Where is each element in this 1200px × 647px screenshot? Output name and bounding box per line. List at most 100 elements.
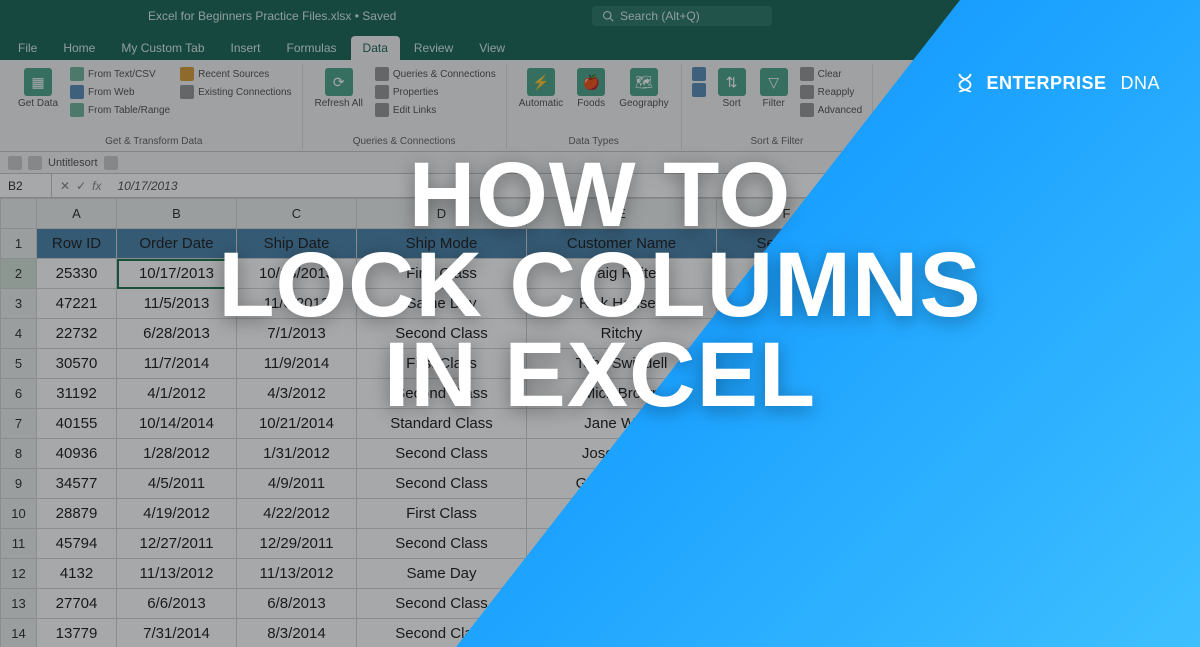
cell[interactable]: 4/5/2011	[117, 469, 237, 499]
get-data-button[interactable]: ▦ Get Data	[14, 66, 62, 111]
col-header-a[interactable]: A	[37, 199, 117, 229]
cell[interactable]: 13779	[37, 619, 117, 647]
filter-button[interactable]: ▽Filter	[756, 66, 792, 111]
search-box[interactable]: Search (Alt+Q)	[592, 6, 772, 26]
toggle-icon[interactable]	[104, 156, 118, 170]
cell[interactable]: 28879	[37, 499, 117, 529]
from-table-range-button[interactable]: From Table/Range	[68, 102, 172, 118]
cell[interactable]: 30570	[37, 349, 117, 379]
name-box[interactable]: B2	[0, 174, 52, 197]
select-all-corner[interactable]	[1, 199, 37, 229]
cell[interactable]: 4132	[37, 559, 117, 589]
cell[interactable]: 40155	[37, 409, 117, 439]
tab-view[interactable]: View	[467, 36, 517, 60]
cancel-icon[interactable]: ✕	[60, 179, 70, 193]
cell[interactable]: 1/28/2012	[117, 439, 237, 469]
row-header[interactable]: 3	[1, 289, 37, 319]
cell[interactable]: 8/3/2014	[237, 619, 357, 647]
cell[interactable]: Anthony Jacobs	[527, 499, 717, 529]
from-text-csv-button[interactable]: From Text/CSV	[68, 66, 172, 82]
cell[interactable]: 4/9/2011	[237, 469, 357, 499]
toggle-icon[interactable]	[28, 156, 42, 170]
cell[interactable]: 11/13/2012	[117, 559, 237, 589]
header-cell[interactable]: Row ID	[37, 229, 117, 259]
cell[interactable]: 27704	[37, 589, 117, 619]
text-to-columns-button[interactable]: ▥Text to Columns	[881, 66, 961, 111]
cell[interactable]: 12/29/2011	[237, 529, 357, 559]
foods-type-button[interactable]: 🍎Foods	[573, 66, 609, 111]
tab-data[interactable]: Data	[351, 36, 400, 60]
cell[interactable]: 6/6/2013	[117, 589, 237, 619]
cell[interactable]: First Class	[357, 499, 527, 529]
cell[interactable]: 1/31/2012	[237, 439, 357, 469]
cell[interactable]: Corporate	[717, 619, 857, 647]
row-header[interactable]: 10	[1, 499, 37, 529]
row-header[interactable]: 5	[1, 349, 37, 379]
row-header[interactable]: 13	[1, 589, 37, 619]
refresh-all-button[interactable]: ⟳ Refresh All	[311, 66, 367, 111]
enter-icon[interactable]: ✓	[76, 179, 86, 193]
cell[interactable]: 11/13/2012	[237, 559, 357, 589]
row-header[interactable]: 14	[1, 619, 37, 647]
cell[interactable]: Second Class	[357, 589, 527, 619]
existing-connections-button[interactable]: Existing Connections	[178, 84, 293, 100]
clear-filter-button[interactable]: Clear	[798, 66, 864, 82]
cell[interactable]: Consumer	[717, 589, 857, 619]
geography-type-button[interactable]: 🗺Geography	[615, 66, 672, 111]
cell[interactable]: 31192	[37, 379, 117, 409]
row-header[interactable]: 8	[1, 439, 37, 469]
cell[interactable]: Peter Fuller	[527, 589, 717, 619]
row-header[interactable]: 9	[1, 469, 37, 499]
cell[interactable]: Vicky Freymann	[527, 559, 717, 589]
row-header[interactable]: 4	[1, 319, 37, 349]
row-header[interactable]: 7	[1, 409, 37, 439]
cell[interactable]: 12/27/2011	[117, 529, 237, 559]
tab-file[interactable]: File	[6, 36, 49, 60]
cell[interactable]: 22732	[37, 319, 117, 349]
tab-review[interactable]: Review	[402, 36, 465, 60]
cell[interactable]: 6/8/2013	[237, 589, 357, 619]
reapply-button[interactable]: Reapply	[798, 84, 864, 100]
cell[interactable]: 34577	[37, 469, 117, 499]
tab-home[interactable]: Home	[51, 36, 107, 60]
cell[interactable]: Consumer	[717, 529, 857, 559]
tab-formulas[interactable]: Formulas	[275, 36, 349, 60]
properties-button[interactable]: Properties	[373, 84, 498, 100]
row-header[interactable]: 1	[1, 229, 37, 259]
sort-za-button[interactable]	[690, 82, 708, 98]
sort-az-button[interactable]	[690, 66, 708, 82]
cell[interactable]: 4/19/2012	[117, 499, 237, 529]
cell[interactable]: Joseph Holt	[527, 439, 717, 469]
cell[interactable]: Second Class	[357, 529, 527, 559]
cell[interactable]: 4/22/2012	[237, 499, 357, 529]
row-header[interactable]: 12	[1, 559, 37, 589]
cell[interactable]: Greg Maxwell	[527, 469, 717, 499]
cell[interactable]: Second Class	[357, 439, 527, 469]
from-web-button[interactable]: From Web	[68, 84, 172, 100]
cell[interactable]: 25330	[37, 259, 117, 289]
recent-sources-button[interactable]: Recent Sources	[178, 66, 293, 82]
cell[interactable]: Home Office	[717, 559, 857, 589]
edit-links-button[interactable]: Edit Links	[373, 102, 498, 118]
cell[interactable]: Ben Peterman	[527, 619, 717, 647]
cell[interactable]: 40936	[37, 439, 117, 469]
advanced-filter-button[interactable]: Advanced	[798, 102, 864, 118]
automatic-type-button[interactable]: ⚡Automatic	[515, 66, 567, 111]
cell[interactable]: 45794	[37, 529, 117, 559]
cell[interactable]: Second Class	[357, 619, 527, 647]
cell[interactable]: Second Class	[357, 469, 527, 499]
tab-insert[interactable]: Insert	[219, 36, 273, 60]
cell[interactable]: Consumer	[717, 439, 857, 469]
row-header[interactable]: 11	[1, 529, 37, 559]
cell[interactable]: 7/31/2014	[117, 619, 237, 647]
cell[interactable]: Corporate	[717, 499, 857, 529]
cell[interactable]: Same Day	[357, 559, 527, 589]
tab-custom[interactable]: My Custom Tab	[109, 36, 216, 60]
queries-connections-button[interactable]: Queries & Connections	[373, 66, 498, 82]
row-header[interactable]: 2	[1, 259, 37, 289]
cell[interactable]: Magdelene Morse	[527, 529, 717, 559]
toggle-icon[interactable]	[8, 156, 22, 170]
row-header[interactable]: 6	[1, 379, 37, 409]
cell[interactable]: Corporate	[717, 469, 857, 499]
sort-button[interactable]: ⇅Sort	[714, 66, 750, 111]
